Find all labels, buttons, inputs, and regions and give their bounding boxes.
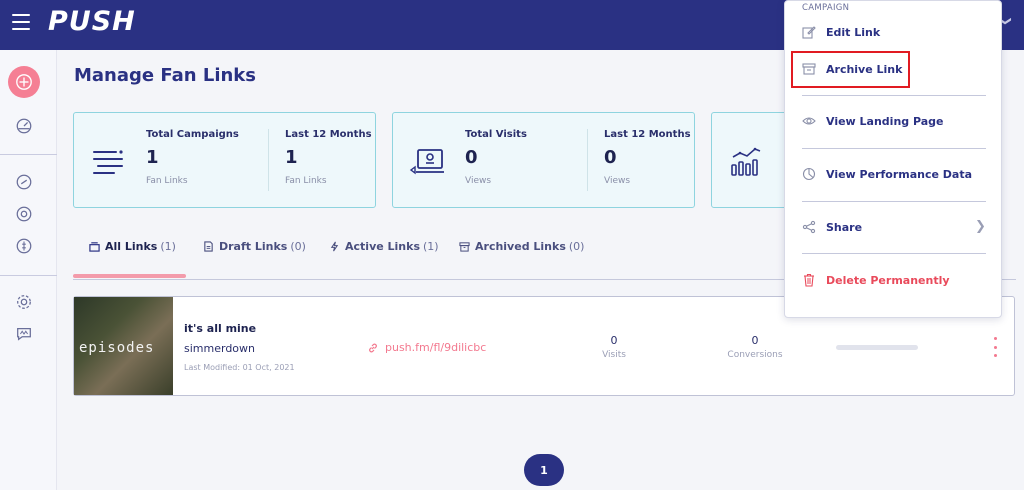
archive-box-icon	[459, 242, 470, 252]
artwork-text: episodes	[79, 340, 155, 356]
bar-chart-icon	[731, 147, 761, 176]
monitor-visits-icon	[409, 149, 444, 175]
menu-item-label: View Performance Data	[826, 167, 973, 181]
pie-chart-icon	[802, 167, 816, 181]
visits-label: Visits	[602, 350, 626, 360]
more-options-icon[interactable]	[990, 337, 1000, 357]
stat-label: Last 12 Months	[604, 129, 691, 140]
stat-sub: Fan Links	[285, 176, 327, 186]
sidebar-divider	[0, 154, 57, 155]
view-performance-data-menu-item[interactable]: View Performance Data	[802, 167, 972, 181]
stat-value: 0	[604, 147, 617, 168]
edit-link-menu-item[interactable]: Edit Link	[802, 25, 880, 39]
share-icon	[802, 220, 816, 234]
conversions-label: Conversions	[727, 350, 783, 360]
page-title: Manage Fan Links	[74, 65, 256, 86]
menu-item-label: View Landing Page	[826, 114, 944, 128]
sidebar	[0, 50, 57, 490]
stat-label: Total Campaigns	[146, 129, 239, 140]
share-menu-item[interactable]: Share	[802, 220, 862, 234]
link-chain-icon	[369, 343, 377, 352]
tab-all-links[interactable]: All Links (1)	[89, 240, 176, 253]
lightning-icon	[330, 241, 339, 252]
stat-separator	[268, 129, 269, 191]
document-icon	[204, 241, 213, 252]
feedback-chat-icon[interactable]	[12, 322, 36, 346]
chevron-right-icon: ❯	[975, 219, 986, 234]
menu-item-label: Share	[826, 220, 863, 234]
hamburger-menu-icon[interactable]	[12, 14, 30, 30]
campaigns-stat-card: Total Campaigns 1 Fan Links Last 12 Mont…	[73, 112, 376, 208]
tab-label: All Links	[105, 240, 158, 253]
presave-icon[interactable]	[12, 202, 36, 226]
fan-links-icon[interactable]	[12, 170, 36, 194]
tab-count: (1)	[423, 240, 439, 253]
stat-value: 1	[146, 147, 159, 168]
menu-divider	[802, 253, 986, 254]
delete-permanently-menu-item[interactable]: Delete Permanently	[802, 273, 950, 287]
menu-divider	[802, 95, 986, 96]
stat-separator	[587, 129, 588, 191]
stat-value: 1	[285, 147, 298, 168]
edit-pencil-icon	[802, 26, 816, 39]
conversions-metric: 0 Conversions	[715, 334, 795, 360]
stat-last-12-months-visits: Last 12 Months 0 Views	[604, 129, 691, 186]
dashboard-icon[interactable]	[12, 114, 36, 138]
tab-archived-links[interactable]: Archived Links (0)	[459, 240, 584, 253]
list-icon	[93, 150, 123, 174]
tab-active-links[interactable]: Active Links (1)	[329, 240, 439, 253]
menu-item-label: Edit Link	[826, 25, 881, 39]
link-actions-menu: CAMPAIGN Edit Link Archive Link View Lan…	[784, 0, 1002, 318]
app-logo[interactable]: PUSH	[48, 6, 136, 37]
stack-icon	[89, 242, 100, 252]
tab-count: (1)	[160, 240, 176, 253]
tab-label: Active Links	[345, 240, 420, 253]
link-title[interactable]: it's all mine	[184, 322, 256, 335]
menu-divider	[802, 201, 986, 202]
menu-item-label: Delete Permanently	[826, 273, 950, 287]
menu-section-label: CAMPAIGN	[802, 3, 850, 13]
conversions-value: 0	[751, 334, 759, 347]
visits-stat-card: Total Visits 0 Views Last 12 Months 0 Vi…	[392, 112, 695, 208]
stat-last-12-months-campaigns: Last 12 Months 1 Fan Links	[285, 129, 372, 186]
tab-label: Archived Links	[475, 240, 566, 253]
trash-icon	[804, 273, 814, 287]
add-campaign-button[interactable]	[8, 66, 40, 98]
conversion-rate-bar	[836, 345, 918, 350]
stat-total-visits: Total Visits 0 Views	[465, 129, 527, 186]
link-url[interactable]: push.fm/fl/9dilicbc	[367, 341, 486, 354]
sidebar-divider	[0, 275, 57, 276]
visits-metric: 0 Visits	[574, 334, 654, 360]
stat-sub: Views	[465, 176, 492, 186]
money-icon[interactable]	[12, 234, 36, 258]
eye-icon	[802, 117, 816, 125]
link-last-modified: Last Modified: 01 Oct, 2021	[184, 363, 295, 372]
visits-value: 0	[610, 334, 618, 347]
stat-label: Last 12 Months	[285, 129, 372, 140]
stat-value: 0	[465, 147, 478, 168]
stat-sub: Views	[604, 176, 631, 186]
stat-sub: Fan Links	[146, 176, 188, 186]
link-artist: simmerdown	[184, 342, 255, 355]
menu-divider	[802, 148, 986, 149]
active-tab-indicator	[73, 274, 186, 278]
tab-label: Draft Links	[219, 240, 288, 253]
view-landing-page-menu-item[interactable]: View Landing Page	[802, 114, 944, 128]
tab-draft-links[interactable]: Draft Links (0)	[203, 240, 306, 253]
plus-circle-icon	[16, 74, 32, 90]
stat-label: Total Visits	[465, 129, 527, 140]
link-url-text[interactable]: push.fm/fl/9dilicbc	[385, 341, 486, 354]
release-artwork: episodes	[74, 297, 173, 395]
stat-total-campaigns: Total Campaigns 1 Fan Links	[146, 129, 239, 186]
tab-count: (0)	[568, 240, 585, 253]
archive-link-highlight-box	[791, 51, 910, 88]
tab-count: (0)	[290, 240, 306, 253]
pagination-page-button[interactable]: 1	[524, 454, 564, 486]
settings-gear-icon[interactable]	[12, 290, 36, 314]
